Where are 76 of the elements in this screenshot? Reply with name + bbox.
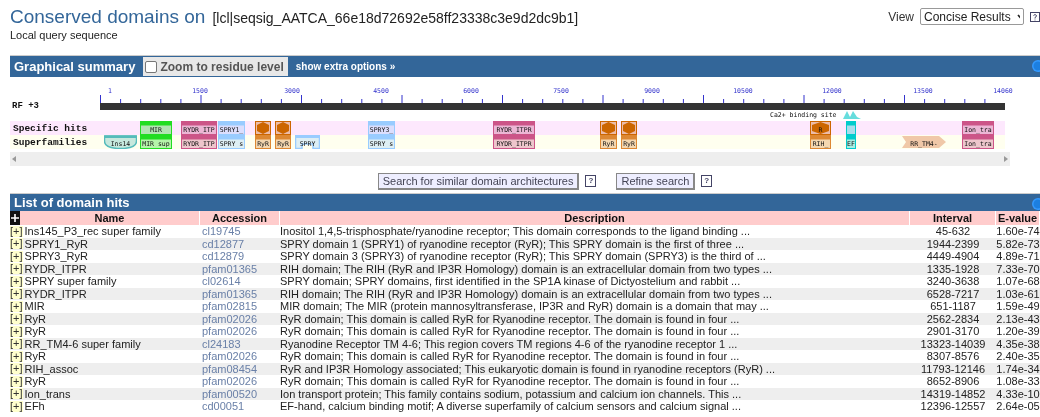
expand-toggle[interactable]: [+]	[10, 350, 23, 362]
expand-toggle[interactable]: [+]	[10, 238, 23, 250]
table-cell: 1.07e-68	[996, 275, 1040, 288]
help-link[interactable]: ?	[585, 175, 597, 187]
expand-toggle[interactable]: [+]	[10, 250, 23, 262]
expand-toggle[interactable]: [+]	[10, 375, 23, 387]
table-cell: SPRY3_RyR	[24, 250, 88, 263]
table-cell: 2.64e-05	[996, 400, 1040, 413]
column-header: E-value	[996, 211, 1040, 225]
accession-link[interactable]: pfam02026	[200, 375, 258, 388]
expand-toggle[interactable]: [+]	[10, 388, 23, 400]
expand-toggle[interactable]: [+]	[10, 400, 23, 412]
chevron-down-icon	[1016, 13, 1020, 20]
query-id: [lcl|seqsig_AATCA_66e18d72692e58ff23338c3e9d2dc9b1]	[212, 10, 579, 26]
extra-options-link[interactable]: show extra options »	[295, 61, 396, 72]
table-cell: RR_TM4-6 super family	[24, 337, 141, 350]
table-cell: RYDR_ITPR	[24, 287, 87, 300]
expand-toggle[interactable]: [+]	[10, 325, 23, 337]
table-cell: SPRY1_RyR	[24, 237, 88, 250]
expand-toggle[interactable]: [+]	[10, 225, 23, 237]
table-cell: 1.59e-49	[996, 300, 1040, 313]
table-cell: RyR	[24, 375, 46, 388]
accession-link[interactable]: pfam02026	[200, 350, 258, 363]
table-cell: 1.60e-74	[996, 225, 1040, 238]
table-cell: RYDR_ITPR	[24, 262, 87, 275]
accession-link[interactable]: cl02614	[200, 275, 241, 288]
table-cell: RyR	[24, 325, 46, 338]
table-cell: RyR	[24, 312, 46, 325]
zoom-checkbox[interactable]: Zoom to residue level	[143, 57, 288, 76]
accession-link[interactable]: cd00051	[200, 400, 245, 413]
table-cell: SPRY super family	[24, 275, 117, 288]
track-label: Specific hits	[13, 123, 88, 134]
accession-link[interactable]: pfam02026	[200, 325, 258, 338]
table-cell: Ins145_P3_rec super family	[24, 225, 161, 238]
accession-link[interactable]: pfam02815	[200, 300, 258, 313]
domain-block[interactable]	[275, 121, 291, 135]
query-description: Local query sequence	[10, 28, 119, 42]
expand-toggle[interactable]: [+]	[10, 363, 23, 375]
column-header: Description	[280, 211, 910, 225]
action-button[interactable]: Refine search	[616, 172, 696, 190]
table-cell: RyR	[24, 350, 46, 363]
help-icon[interactable]	[1030, 11, 1040, 22]
action-button[interactable]: Search for similar domain architectures	[377, 172, 580, 190]
table-cell: 4.89e-71	[996, 250, 1040, 263]
table-cell: Ion_trans	[24, 387, 71, 400]
column-header: Accession	[200, 211, 280, 225]
expand-toggle[interactable]: [+]	[10, 288, 23, 300]
table-cell: 1.08e-33	[996, 375, 1040, 388]
table-cell: RIH_assoc	[24, 362, 79, 375]
view-label: View	[888, 9, 914, 24]
domain-block[interactable]	[600, 121, 617, 135]
expand-toggle[interactable]: [+]	[10, 300, 23, 312]
expand-all-icon[interactable]	[10, 211, 20, 225]
view-select[interactable]: Concise Results	[920, 8, 1024, 25]
domain-block[interactable]	[846, 121, 856, 135]
reading-frame-label: RF +3	[12, 101, 39, 111]
section-title: List of domain hits	[14, 195, 130, 210]
column-header: Name	[20, 211, 200, 225]
help-link[interactable]: ?	[701, 175, 713, 187]
column-header: Interval	[910, 211, 996, 225]
expand-toggle[interactable]: [+]	[10, 313, 23, 325]
accession-link[interactable]: cl19745	[200, 225, 241, 238]
table-cell: MIR	[24, 300, 45, 313]
table-cell: 1.20e-39	[996, 325, 1040, 338]
section-title: Graphical summary	[14, 59, 136, 74]
accession-link[interactable]: cd12879	[200, 250, 245, 263]
track-label: Superfamilies	[13, 137, 88, 148]
domain-block[interactable]	[255, 121, 271, 135]
horizontal-scrollbar[interactable]	[10, 152, 1010, 166]
expand-toggle[interactable]: [+]	[10, 275, 23, 287]
table-cell: 2.40e-35	[996, 350, 1040, 363]
table-cell: EFh	[24, 400, 45, 413]
page-title: Conserved domains on	[10, 6, 206, 28]
domain-block[interactable]	[621, 121, 637, 135]
expand-toggle[interactable]: [+]	[10, 338, 23, 350]
expand-toggle[interactable]: [+]	[10, 263, 23, 275]
